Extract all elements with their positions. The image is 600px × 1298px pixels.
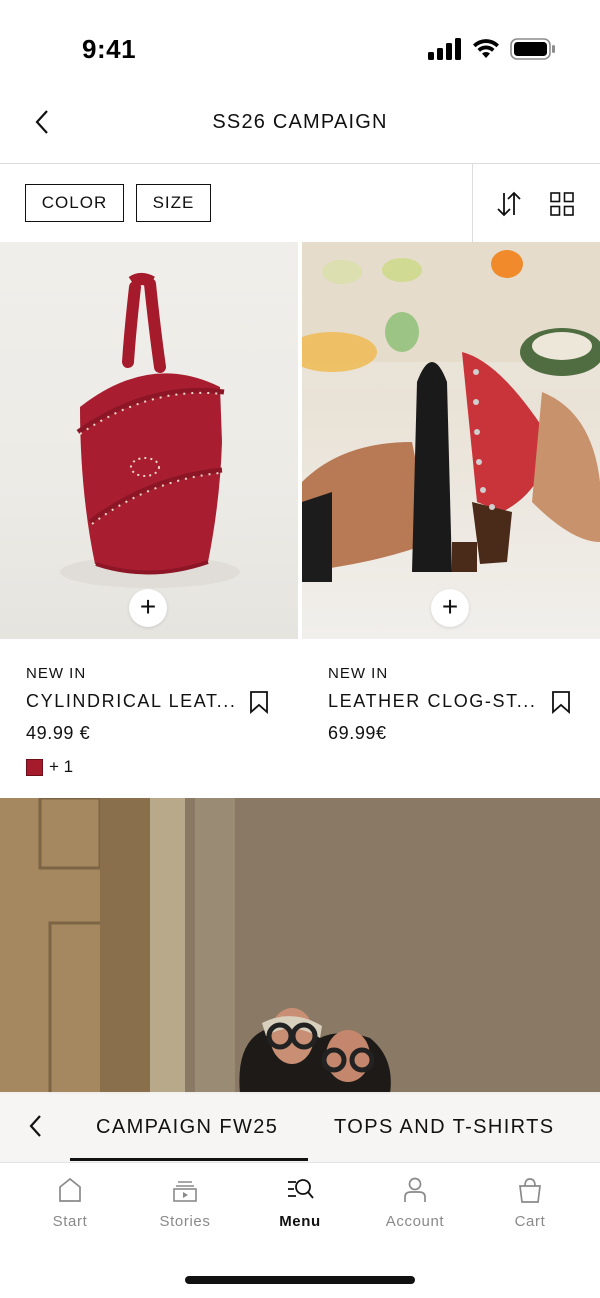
- sort-arrows-icon: [497, 191, 521, 217]
- plus-icon: +: [139, 591, 157, 622]
- color-filter-button[interactable]: COLOR: [25, 184, 124, 222]
- product-price: 69.99€: [328, 723, 387, 743]
- size-filter-button[interactable]: SIZE: [136, 184, 211, 222]
- new-in-badge: NEW IN: [328, 665, 389, 682]
- filter-bar: COLOR SIZE: [0, 164, 600, 242]
- status-icons: [428, 38, 556, 60]
- clog-illustration: [302, 242, 600, 582]
- campaign-photo: [0, 798, 600, 1094]
- tab-campaign-fw25[interactable]: CAMPAIGN FW25: [96, 1116, 278, 1139]
- wifi-icon: [473, 39, 499, 58]
- grid-icon: [550, 192, 574, 216]
- add-to-cart-button[interactable]: +: [431, 589, 469, 627]
- category-back-button[interactable]: [22, 1112, 48, 1140]
- filter-divider: [472, 164, 473, 242]
- tab-start[interactable]: Start: [20, 1175, 120, 1230]
- chevron-left-icon: [29, 1115, 41, 1137]
- stories-icon: [171, 1175, 199, 1205]
- plus-icon: +: [441, 591, 459, 622]
- signal-icon: [428, 38, 461, 60]
- tab-label: Stories: [159, 1213, 211, 1230]
- product-info: NEW IN LEATHER CLOG-ST... 69.99€: [302, 639, 600, 798]
- color-swatches[interactable]: + 1: [26, 757, 73, 777]
- bookmark-icon[interactable]: [549, 690, 573, 714]
- active-tab-indicator: [70, 1158, 308, 1161]
- menu-search-icon: [286, 1175, 314, 1205]
- tab-label: Cart: [514, 1213, 546, 1230]
- account-icon: [401, 1175, 429, 1205]
- home-icon: [56, 1175, 84, 1205]
- category-tabs: CAMPAIGN FW25 TOPS AND T-SHIRTS: [0, 1092, 600, 1162]
- tab-stories[interactable]: Stories: [135, 1175, 235, 1230]
- product-card[interactable]: + NEW IN LEATHER CLOG-ST... 69.99€: [302, 242, 600, 798]
- cart-icon: [516, 1175, 544, 1205]
- sort-button[interactable]: [492, 188, 526, 220]
- add-to-cart-button[interactable]: +: [129, 589, 167, 627]
- tab-cart[interactable]: Cart: [480, 1175, 580, 1230]
- bookmark-icon[interactable]: [247, 690, 271, 714]
- product-image[interactable]: +: [0, 242, 298, 639]
- more-colors-count: + 1: [49, 757, 74, 776]
- grid-view-button[interactable]: [546, 188, 578, 220]
- tab-label: Menu: [279, 1213, 321, 1230]
- product-price: 49.99 €: [26, 723, 91, 743]
- tab-tops-and-t-shirts[interactable]: TOPS AND T-SHIRTS: [334, 1116, 555, 1139]
- status-time: 9:41: [82, 34, 137, 64]
- bag-illustration: [60, 273, 240, 588]
- new-in-badge: NEW IN: [26, 665, 87, 682]
- product-name[interactable]: LEATHER CLOG-ST...: [328, 691, 537, 712]
- color-swatch[interactable]: [26, 758, 43, 776]
- status-bar: 9:41: [0, 0, 600, 92]
- header: SS26 CAMPAIGN: [0, 92, 600, 164]
- tab-menu[interactable]: Menu: [250, 1175, 350, 1230]
- tab-account[interactable]: Account: [365, 1175, 465, 1230]
- page-title: SS26 CAMPAIGN: [212, 111, 388, 133]
- product-info: NEW IN CYLINDRICAL LEAT... 49.99 € + 1: [0, 639, 298, 798]
- battery-icon: [510, 38, 555, 60]
- home-indicator: [185, 1276, 415, 1284]
- product-image[interactable]: +: [302, 242, 600, 639]
- tab-label: Start: [52, 1213, 88, 1230]
- product-card[interactable]: + NEW IN CYLINDRICAL LEAT... 49.99 € + 1: [0, 242, 298, 798]
- product-name[interactable]: CYLINDRICAL LEAT...: [26, 691, 236, 712]
- tab-label: Account: [385, 1213, 445, 1230]
- campaign-banner-image[interactable]: [0, 798, 600, 1094]
